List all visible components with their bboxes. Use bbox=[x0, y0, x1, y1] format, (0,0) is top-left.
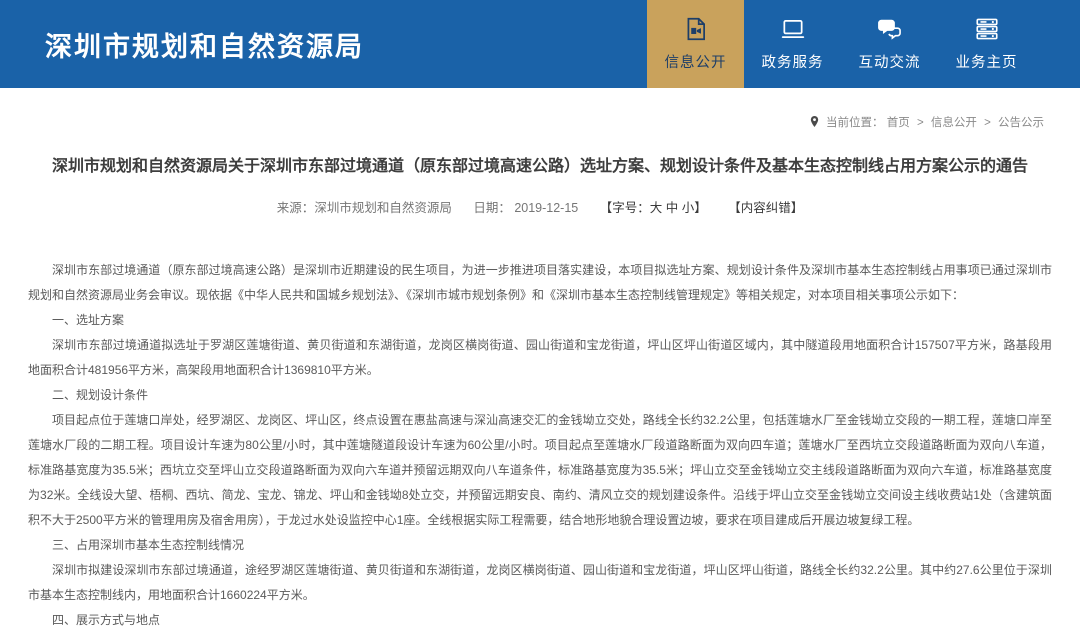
content-correction-button[interactable]: 【内容纠错】 bbox=[728, 201, 803, 215]
site-title: 深圳市规划和自然资源局 bbox=[0, 25, 364, 64]
section-heading: 二、规划设计条件 bbox=[28, 383, 1052, 408]
nav-item-label: 业务主页 bbox=[956, 51, 1018, 72]
breadcrumb: 当前位置： 首页 > 信息公开 > 公告公示 bbox=[0, 115, 1080, 130]
article-meta: 来源：深圳市规划和自然资源局 日期： 2019-12-15 【字号：大 中 小】… bbox=[0, 197, 1080, 216]
article-paragraph: 深圳市拟建设深圳市东部过境通道，途经罗湖区莲塘街道、黄贝街道和东湖街道，龙岗区横… bbox=[28, 558, 1052, 608]
page: 深圳市规划和自然资源局 信息公开 bbox=[0, 0, 1080, 632]
location-pin-icon bbox=[808, 115, 821, 128]
document-info-icon bbox=[683, 16, 709, 42]
article-title: 深圳市规划和自然资源局关于深圳市东部过境通道（原东部过境高速公路）选址方案、规划… bbox=[35, 156, 1045, 178]
meta-date-value: 2019-12-15 bbox=[514, 201, 578, 215]
top-nav: 信息公开 政务服务 互动交流 bbox=[647, 0, 1080, 88]
nav-item-business-home[interactable]: 业务主页 bbox=[938, 0, 1035, 88]
article-paragraph: 深圳市东部过境通道（原东部过境高速公路）是深圳市近期建设的民生项目，为进一步推进… bbox=[28, 258, 1052, 308]
nav-item-interaction[interactable]: 互动交流 bbox=[841, 0, 938, 88]
breadcrumb-separator: > bbox=[984, 117, 991, 129]
meta-source: 来源：深圳市规划和自然资源局 bbox=[277, 201, 452, 215]
font-size-switcher[interactable]: 【字号：大 中 小】 bbox=[600, 201, 707, 215]
breadcrumb-separator: > bbox=[917, 117, 924, 129]
breadcrumb-info-disclosure[interactable]: 信息公开 bbox=[931, 117, 977, 129]
section-heading: 一、选址方案 bbox=[28, 308, 1052, 333]
section-heading: 三、占用深圳市基本生态控制线情况 bbox=[28, 533, 1052, 558]
meta-date-label: 日期： bbox=[473, 201, 511, 215]
nav-item-label: 政务服务 bbox=[762, 51, 824, 72]
breadcrumb-label: 当前位置： bbox=[826, 117, 884, 129]
article-paragraph: 深圳市东部过境通道拟选址于罗湖区莲塘街道、黄贝街道和东湖街道，龙岗区横岗街道、园… bbox=[28, 333, 1052, 383]
meta-source-value: 深圳市规划和自然资源局 bbox=[314, 201, 452, 215]
article-body: 深圳市东部过境通道（原东部过境高速公路）是深圳市近期建设的民生项目，为进一步推进… bbox=[28, 258, 1052, 633]
site-header: 深圳市规划和自然资源局 信息公开 bbox=[0, 0, 1080, 88]
nav-item-gov-services[interactable]: 政务服务 bbox=[744, 0, 841, 88]
nav-item-label: 互动交流 bbox=[859, 51, 921, 72]
article-paragraph: 项目起点位于莲塘口岸处，经罗湖区、龙岗区、坪山区，终点设置在惠盐高速与深汕高速交… bbox=[28, 408, 1052, 533]
meta-source-label: 来源： bbox=[277, 201, 315, 215]
breadcrumb-current: 公告公示 bbox=[998, 117, 1044, 129]
chat-bubbles-icon bbox=[877, 16, 903, 42]
meta-date: 日期： 2019-12-15 bbox=[473, 201, 578, 215]
section-heading: 四、展示方式与地点 bbox=[28, 608, 1052, 633]
nav-item-label: 信息公开 bbox=[665, 51, 727, 72]
laptop-icon bbox=[780, 16, 806, 42]
breadcrumb-home[interactable]: 首页 bbox=[887, 117, 910, 129]
server-stack-icon bbox=[974, 16, 1000, 42]
article: 深圳市规划和自然资源局关于深圳市东部过境通道（原东部过境高速公路）选址方案、规划… bbox=[0, 156, 1080, 633]
nav-item-info-disclosure[interactable]: 信息公开 bbox=[647, 0, 744, 88]
